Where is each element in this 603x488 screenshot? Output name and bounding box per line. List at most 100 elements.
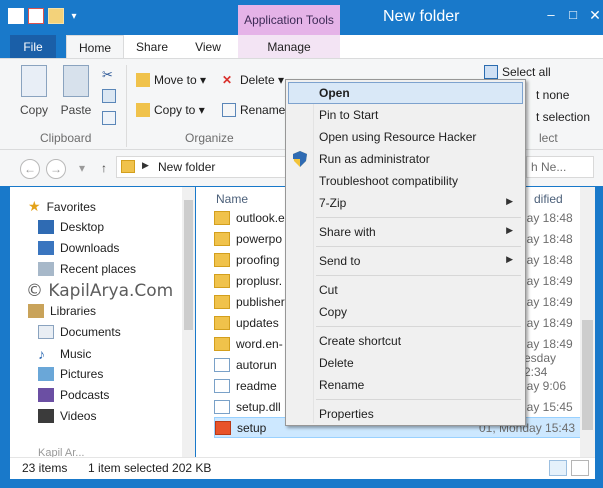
desktop-icon — [38, 220, 54, 234]
move-to-label: Move to ▾ — [154, 73, 207, 87]
tab-home[interactable]: Home — [66, 35, 124, 58]
folder-icon — [214, 336, 230, 351]
nav-podcasts[interactable]: Podcasts — [38, 388, 109, 402]
scissors-icon: ✂ — [102, 67, 113, 82]
copy-path-button[interactable] — [102, 89, 116, 103]
menu-item-7zip[interactable]: 7-Zip ▶ — [288, 192, 523, 214]
menu-item-run-as-admin[interactable]: Run as administrator — [288, 148, 523, 170]
large-icons-view-button[interactable] — [571, 460, 589, 476]
star-icon: ★ — [28, 198, 41, 214]
menu-item-open-resource-hacker[interactable]: Open using Resource Hacker — [288, 126, 523, 148]
downloads-icon — [38, 241, 54, 255]
select-none-button[interactable]: t none — [536, 88, 569, 102]
nav-music[interactable]: ♪ Music — [38, 346, 91, 362]
menu-item-properties[interactable]: Properties — [288, 403, 523, 425]
menu-item-open[interactable]: Open — [288, 82, 523, 104]
ribbon-divider — [126, 65, 127, 147]
menu-item-cut[interactable]: Cut — [288, 279, 523, 301]
menu-separator — [316, 399, 521, 400]
folder-icon — [214, 210, 230, 225]
move-to-icon — [136, 73, 150, 87]
invert-selection-button[interactable]: t selection — [536, 110, 590, 124]
column-name[interactable]: Name — [216, 192, 248, 206]
tab-share[interactable]: Share — [128, 35, 176, 58]
menu-item-copy[interactable]: Copy — [288, 301, 523, 323]
group-select-label: lect — [539, 131, 558, 145]
select-none-label: t none — [536, 88, 570, 102]
nav-label: Music — [60, 347, 92, 361]
nav-pictures[interactable]: Pictures — [38, 367, 103, 381]
status-bar: 23 items 1 item selected 202 KB — [10, 457, 595, 479]
details-view-button[interactable] — [549, 460, 567, 476]
explorer-window: ▾ Application Tools New folder – □ ✕ Fil… — [0, 0, 603, 488]
maximize-button[interactable]: □ — [562, 6, 584, 24]
tab-manage[interactable]: Manage — [238, 35, 340, 58]
properties-icon[interactable] — [8, 8, 24, 24]
recent-locations-icon[interactable]: ▾ — [72, 159, 92, 179]
paste-button[interactable]: Paste — [56, 65, 96, 117]
menu-item-send-to[interactable]: Send to ▶ — [288, 250, 523, 272]
context-menu: Open Pin to Start Open using Resource Ha… — [285, 79, 526, 426]
undo-icon[interactable] — [28, 8, 44, 24]
submenu-arrow-icon: ▶ — [506, 225, 513, 235]
file-list-scrollbar-thumb[interactable] — [582, 320, 593, 430]
nav-downloads[interactable]: Downloads — [38, 241, 119, 255]
folder-icon — [214, 294, 230, 309]
quick-access-toolbar: ▾ — [8, 8, 80, 24]
menu-item-share-with[interactable]: Share with ▶ — [288, 221, 523, 243]
nav-label: Documents — [60, 325, 121, 339]
nav-documents[interactable]: Documents — [38, 325, 121, 339]
forward-button[interactable]: → — [46, 159, 66, 179]
paste-shortcut-button[interactable] — [102, 111, 116, 125]
column-date-modified[interactable]: dified — [534, 192, 563, 206]
copy-button[interactable]: Copy — [14, 65, 54, 117]
nav-scrollbar-thumb[interactable] — [184, 200, 193, 330]
copy-icon — [21, 65, 47, 97]
tab-view[interactable]: View — [182, 35, 234, 58]
delete-button[interactable]: ✕ Delete ▾ — [222, 73, 284, 87]
nav-label: Videos — [60, 409, 97, 423]
tab-file[interactable]: File — [10, 35, 56, 58]
minimize-button[interactable]: – — [540, 6, 562, 24]
recent-places-icon — [38, 262, 54, 276]
shield-icon — [293, 151, 307, 167]
watermark: © KapilArya.Com — [26, 281, 174, 301]
menu-item-create-shortcut[interactable]: Create shortcut — [288, 330, 523, 352]
settings-file-icon — [214, 357, 230, 372]
move-to-button[interactable]: Move to ▾ — [136, 73, 206, 87]
breadcrumb-separator-icon[interactable]: ▶ — [142, 160, 149, 171]
up-button[interactable]: ↑ — [94, 159, 114, 179]
nav-videos[interactable]: Videos — [38, 409, 96, 423]
search-input[interactable]: h Ne... — [526, 156, 594, 178]
new-folder-icon[interactable] — [48, 8, 64, 24]
podcasts-icon — [38, 388, 54, 402]
copy-to-icon — [136, 103, 150, 117]
nav-favorites[interactable]: ★ Favorites — [28, 198, 96, 215]
customize-qat-icon[interactable]: ▾ — [68, 11, 80, 22]
select-all-icon — [484, 65, 498, 79]
menu-item-pin-to-start[interactable]: Pin to Start — [288, 104, 523, 126]
copy-to-button[interactable]: Copy to ▾ — [136, 103, 205, 117]
invert-selection-label: t selection — [536, 110, 591, 124]
nav-libraries[interactable]: Libraries — [28, 304, 96, 318]
select-all-button[interactable]: Select all — [484, 65, 551, 79]
close-button[interactable]: ✕ — [584, 6, 603, 24]
nav-label: Libraries — [50, 304, 97, 318]
rename-button[interactable]: Rename — [222, 103, 285, 117]
menu-item-troubleshoot[interactable]: Troubleshoot compatibility — [288, 170, 523, 192]
nav-recent-places[interactable]: Recent places — [38, 262, 136, 276]
menu-separator — [316, 275, 521, 276]
breadcrumb[interactable]: New folder — [158, 160, 215, 174]
back-button[interactable]: ← — [20, 159, 40, 179]
nav-label: Favorites — [46, 199, 96, 214]
folder-icon — [214, 273, 230, 288]
folder-icon — [214, 252, 230, 267]
menu-item-rename[interactable]: Rename — [288, 374, 523, 396]
menu-item-delete[interactable]: Delete — [288, 352, 523, 374]
copy-label: Copy — [19, 103, 48, 117]
cut-button[interactable]: ✂ — [102, 67, 116, 82]
selection-info: 1 item selected 202 KB — [88, 461, 212, 475]
nav-desktop[interactable]: Desktop — [38, 220, 104, 234]
menu-item-label: Share with — [319, 225, 376, 239]
copy-to-label: Copy to ▾ — [154, 103, 205, 117]
